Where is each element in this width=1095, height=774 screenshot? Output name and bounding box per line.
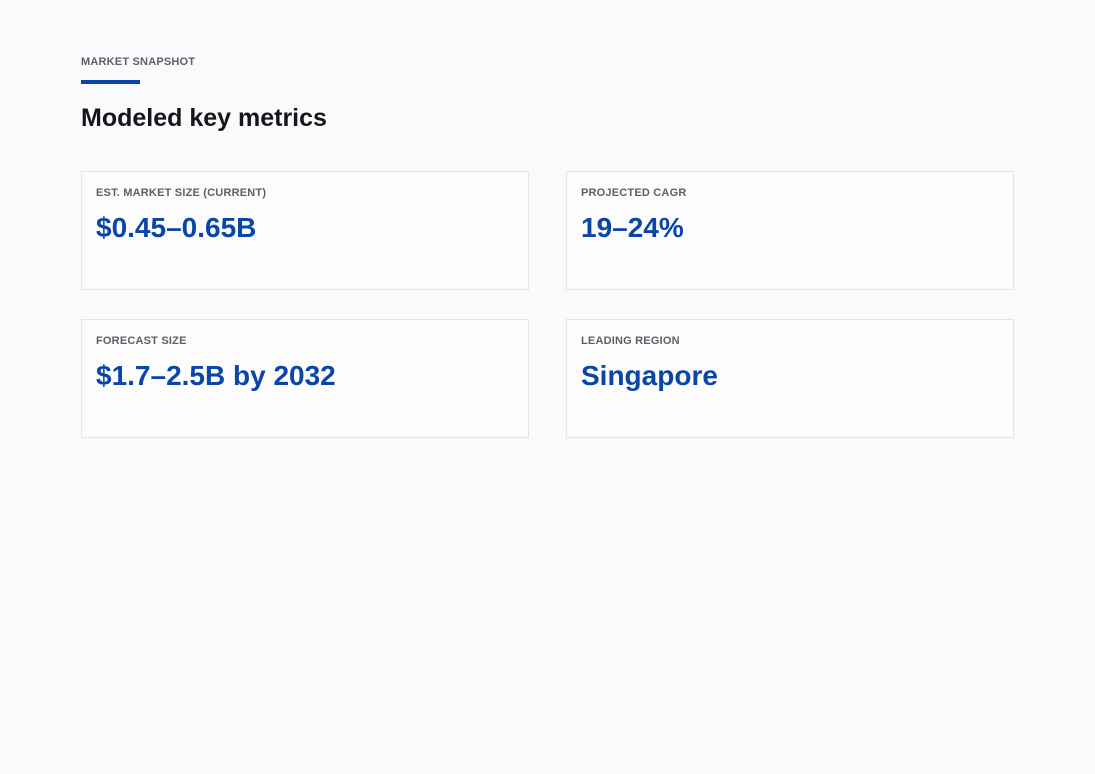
metric-card-cagr: PROJECTED CAGR 19–24%: [566, 171, 1014, 290]
metric-label: FORECAST SIZE: [96, 335, 187, 347]
metric-value: $0.45–0.65B: [96, 212, 257, 243]
page-title: Modeled key metrics: [81, 104, 327, 132]
metric-value: 19–24%: [581, 212, 684, 243]
section-eyebrow: MARKET SNAPSHOT: [81, 56, 196, 68]
metric-value: Singapore: [581, 360, 718, 391]
metric-label: EST. MARKET SIZE (CURRENT): [96, 187, 267, 199]
metric-card-leading-region: LEADING REGION Singapore: [566, 319, 1014, 438]
metrics-grid: EST. MARKET SIZE (CURRENT) $0.45–0.65B P…: [81, 171, 1014, 438]
metric-label: LEADING REGION: [581, 335, 680, 347]
metric-label: PROJECTED CAGR: [581, 187, 687, 199]
metric-card-market-size: EST. MARKET SIZE (CURRENT) $0.45–0.65B: [81, 171, 529, 290]
metric-value: $1.7–2.5B by 2032: [96, 360, 336, 391]
metric-card-forecast-size: FORECAST SIZE $1.7–2.5B by 2032: [81, 319, 529, 438]
eyebrow-accent-rule: [81, 80, 140, 84]
